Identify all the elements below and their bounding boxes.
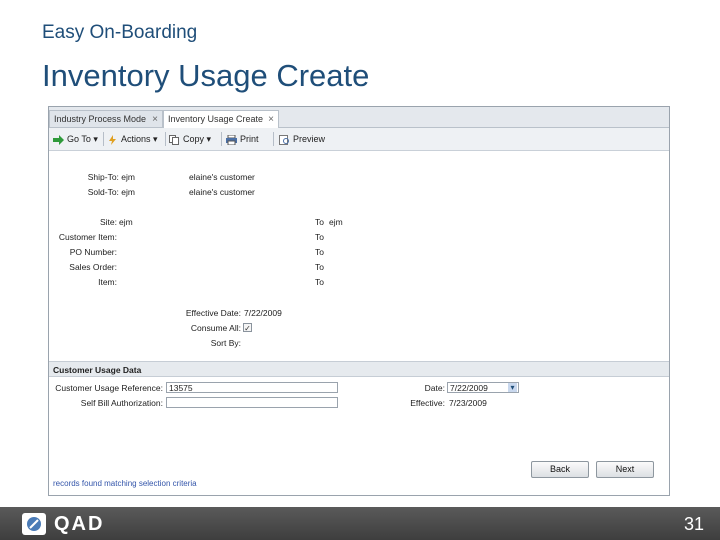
footer-bar: QAD 31 [0, 507, 720, 540]
site-to-label: To [315, 217, 324, 227]
toolbar-separator [165, 132, 166, 146]
site-label: Site: [99, 217, 117, 227]
app-window: Industry Process Mode × Inventory Usage … [48, 106, 670, 496]
date-select[interactable]: 7/22/2009 ▾ [447, 382, 519, 393]
copy-icon [169, 134, 179, 145]
print-label: Print [240, 134, 259, 144]
effective-date-value[interactable]: 7/22/2009 [244, 308, 282, 318]
date-value: 7/22/2009 [450, 383, 488, 393]
consume-all-label: Consume All: [190, 323, 241, 333]
print-button[interactable]: Print [226, 132, 259, 146]
slide-subtitle: Easy On-Boarding [42, 22, 198, 43]
po-number-to-label: To [315, 247, 324, 257]
lightning-icon [109, 134, 116, 145]
tab-label: Inventory Usage Create [168, 114, 264, 124]
toolbar: Go To ▾ Actions ▾ Copy ▾ Print Preview [49, 128, 669, 151]
sales-order-to-label: To [315, 262, 324, 272]
chevron-down-icon: ▾ [93, 134, 98, 144]
self-bill-authorization-input[interactable] [166, 397, 338, 408]
tab-inventory-usage-create[interactable]: Inventory Usage Create × [163, 110, 279, 128]
date-label: Date: [424, 383, 445, 393]
customer-usage-reference-input[interactable]: 13575 [166, 382, 338, 393]
customer-usage-data-section: Customer Usage Data [49, 361, 669, 377]
po-number-label: PO Number: [69, 247, 117, 257]
page-number: 31 [683, 514, 704, 534]
chevron-down-icon[interactable]: ▾ [508, 383, 517, 392]
ship-to-label: Ship-To: ejm [87, 172, 135, 182]
preview-icon [279, 134, 289, 145]
tab-label: Industry Process Mode [54, 114, 147, 124]
slide-title: Inventory Usage Create [42, 58, 370, 93]
goto-label: Go To [67, 134, 91, 144]
status-message: records found matching selection criteri… [53, 479, 197, 488]
item-to-label: To [315, 277, 324, 287]
close-icon[interactable]: × [268, 111, 274, 128]
effective-value: 7/23/2009 [449, 398, 487, 408]
customer-item-to-label: To [315, 232, 324, 242]
sold-to-label: Sold-To: ejm [87, 187, 135, 197]
customer-item-label: Customer Item: [58, 232, 117, 242]
copy-button[interactable]: Copy ▾ [169, 132, 211, 146]
chevron-down-icon: ▾ [153, 134, 158, 144]
tab-industry-process-mode[interactable]: Industry Process Mode × [49, 110, 163, 127]
tab-bar: Industry Process Mode × Inventory Usage … [49, 107, 669, 128]
next-button[interactable]: Next [596, 461, 654, 478]
preview-button[interactable]: Preview [279, 132, 325, 146]
preview-label: Preview [293, 134, 326, 144]
toolbar-separator [273, 132, 274, 146]
actions-button[interactable]: Actions ▾ [107, 132, 158, 146]
sort-by-label: Sort By: [210, 338, 241, 348]
copy-label: Copy [183, 134, 205, 144]
sold-to-name: elaine's customer [189, 187, 255, 197]
effective-label: Effective: [410, 398, 445, 408]
consume-all-checkbox[interactable]: ✓ [243, 323, 252, 333]
back-button[interactable]: Back [531, 461, 589, 478]
ship-to-name: elaine's customer [189, 172, 255, 182]
chevron-down-icon: ▾ [206, 134, 212, 144]
close-icon[interactable]: × [152, 111, 158, 128]
customer-usage-reference-label: Customer Usage Reference: [55, 383, 163, 393]
logo-text: QAD [54, 513, 105, 535]
effective-date-label: Effective Date: [185, 308, 241, 318]
qad-logo-icon [22, 513, 46, 535]
sales-order-label: Sales Order: [69, 262, 117, 272]
site-to-value[interactable]: ejm [329, 217, 343, 227]
goto-button[interactable]: Go To ▾ [53, 132, 98, 146]
actions-label: Actions [121, 134, 151, 144]
printer-icon [226, 134, 237, 145]
item-label: Item: [98, 277, 117, 287]
site-from-value[interactable]: ejm [119, 217, 133, 227]
arrow-right-icon [53, 134, 64, 145]
toolbar-separator [103, 132, 104, 146]
self-bill-authorization-label: Self Bill Authorization: [80, 398, 163, 408]
toolbar-separator [221, 132, 222, 146]
